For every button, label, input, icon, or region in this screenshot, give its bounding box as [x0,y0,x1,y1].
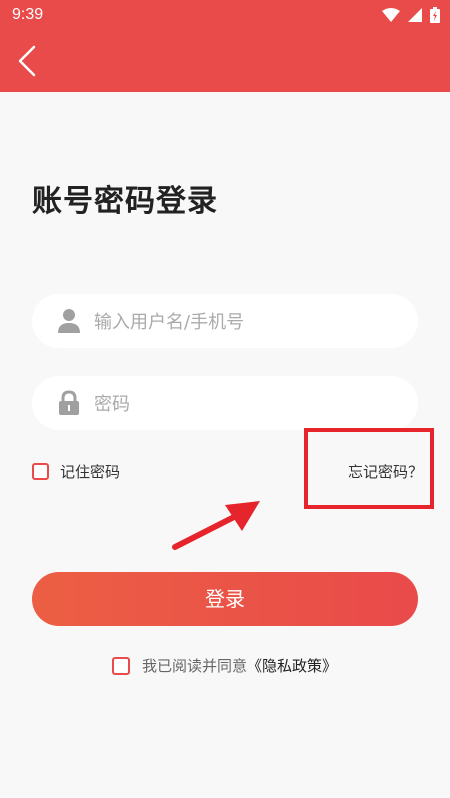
remember-checkbox[interactable] [32,463,49,480]
highlight-box [304,428,434,509]
remember-password[interactable]: 记住密码 [32,461,120,482]
privacy-agreement: 我已阅读并同意 《隐私政策》 [112,655,337,676]
back-arrow-icon [18,45,36,77]
password-input[interactable] [92,376,396,432]
page-title: 账号密码登录 [32,184,218,219]
agree-checkbox[interactable] [112,656,130,675]
wifi-icon [382,8,400,22]
signal-icon [408,8,422,22]
user-icon [58,309,80,333]
username-field[interactable] [32,294,418,350]
back-button[interactable] [14,44,46,78]
remember-label: 记住密码 [60,463,121,481]
pointer-arrow-icon [172,501,260,550]
status-time: 9:39 [12,6,44,23]
app-bar [0,30,450,92]
login-button[interactable]: 登录 [32,572,418,626]
agree-text: 我已阅读并同意 [142,657,248,675]
lock-icon [59,390,79,415]
password-field[interactable] [32,376,418,432]
privacy-policy-link[interactable]: 《隐私政策》 [247,655,337,676]
status-icons [382,7,440,23]
battery-icon [430,7,440,23]
status-bar: 9:39 [0,0,450,30]
username-input[interactable] [92,294,396,350]
